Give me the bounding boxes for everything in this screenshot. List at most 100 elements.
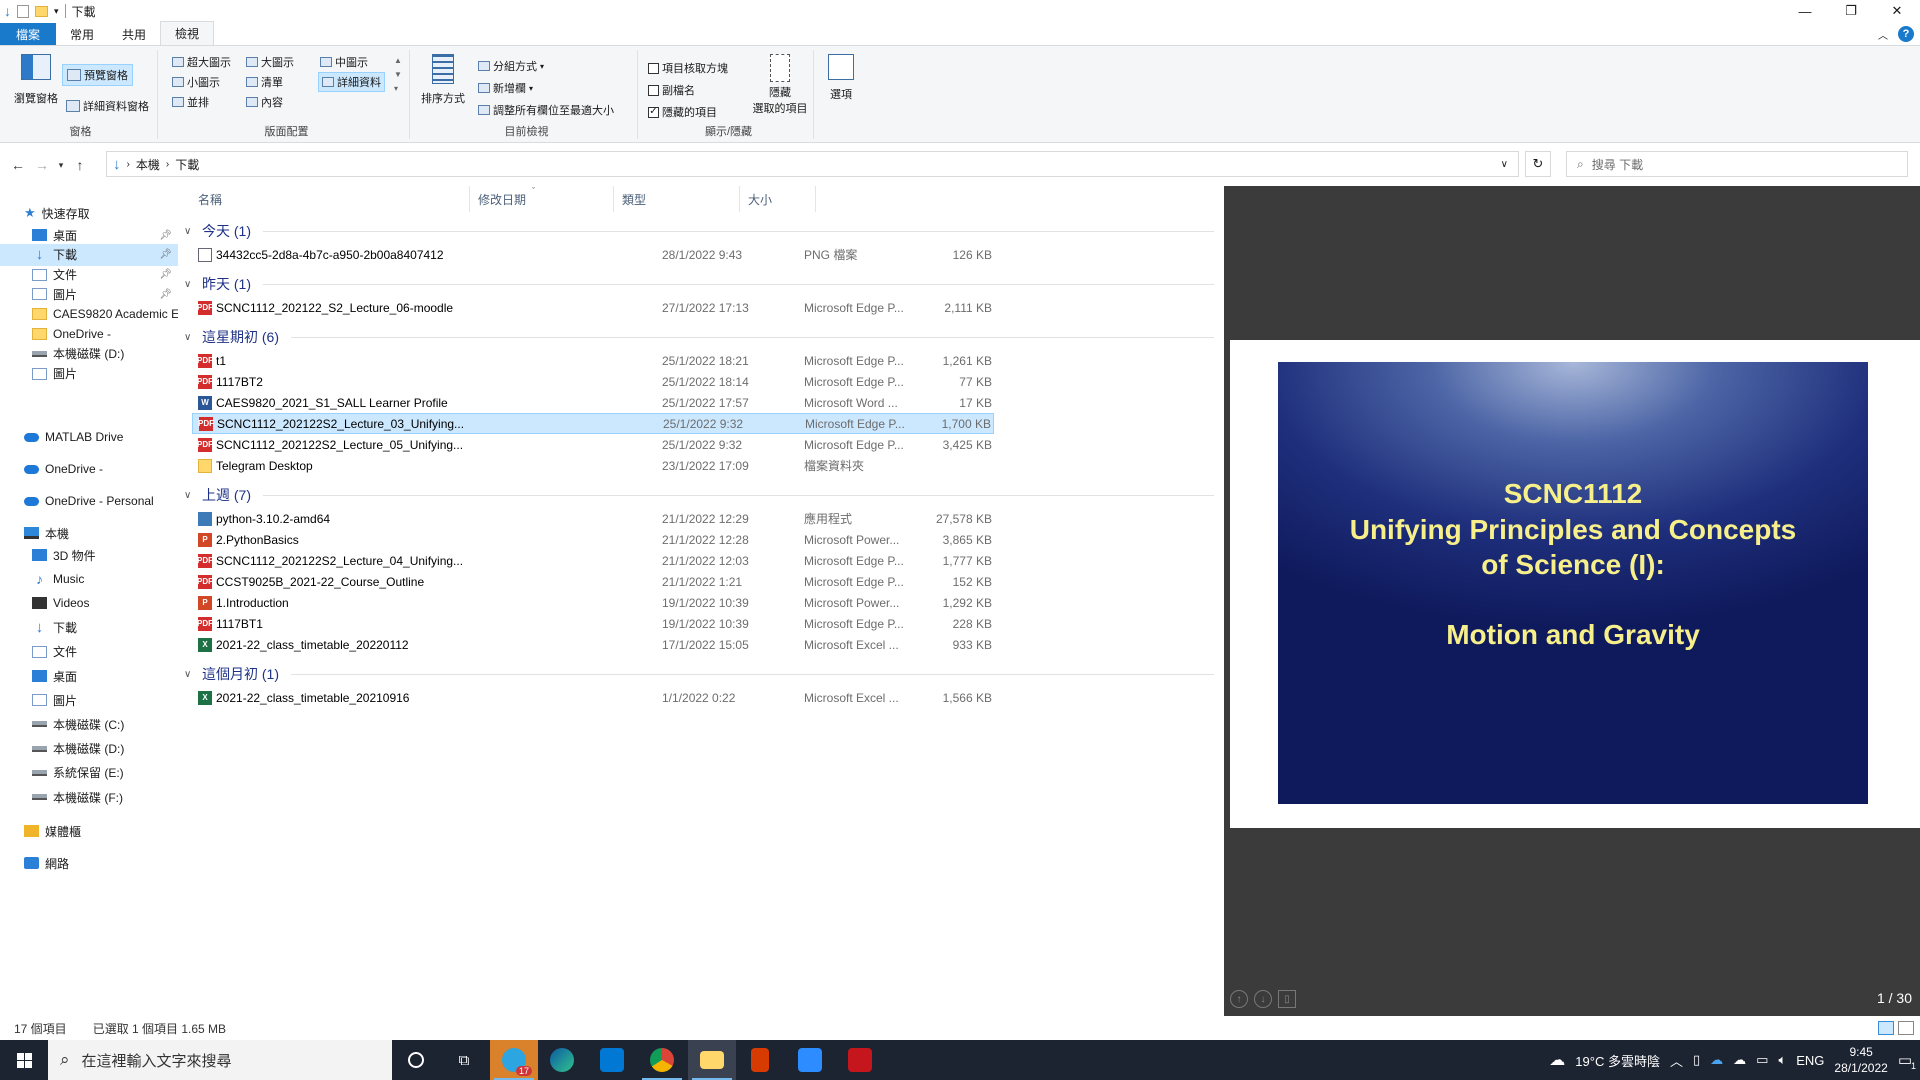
new-folder-icon[interactable]	[35, 5, 48, 17]
file-row[interactable]: 34432cc5-2d8a-4b7c-a950-2b00a8407412 28/1…	[192, 244, 994, 265]
taskbar-app-office[interactable]	[736, 1040, 784, 1080]
nav-pane-button[interactable]: 瀏覽窗格	[8, 54, 64, 106]
taskbar-app-zoom[interactable]	[786, 1040, 834, 1080]
group-header[interactable]: ∨ 今天 (1)	[184, 220, 1214, 242]
onedrive-icon[interactable]: ☁	[1710, 1052, 1723, 1068]
file-row[interactable]: W CAES9820_2021_S1_SALL Learner Profile 25…	[192, 392, 994, 413]
network-icon[interactable]: ▭	[1756, 1052, 1768, 1068]
nav-quick-access[interactable]: ★ 快速存取	[0, 202, 178, 224]
next-page-icon[interactable]: ↓	[1254, 990, 1272, 1008]
checkbox-checked[interactable]: ✓	[648, 106, 659, 118]
large-icons-toggle-icon[interactable]	[1898, 1021, 1914, 1035]
group-by-button[interactable]: 分組方式 ▾	[478, 58, 544, 74]
breadcrumb-this-pc[interactable]: 本機	[136, 156, 160, 173]
close-button[interactable]: ✕	[1874, 0, 1920, 22]
nav-item[interactable]: ♪ Music	[0, 568, 178, 590]
taskbar-app-edge[interactable]	[538, 1040, 586, 1080]
checkbox[interactable]	[648, 84, 659, 96]
device-icon[interactable]: ▯	[1693, 1052, 1700, 1068]
collapse-ribbon-icon[interactable]: ︿	[1878, 27, 1888, 42]
file-row[interactable]: PDF SCNC1112_202122S2_Lecture_04_Unifying…	[192, 550, 994, 571]
weather-icon[interactable]: ☁	[1549, 1050, 1565, 1070]
large-icons-button[interactable]: 大圖示	[246, 54, 294, 70]
nav-item[interactable]: 文件	[0, 641, 178, 663]
volume-icon[interactable]: 🔈︎	[1778, 1052, 1786, 1068]
address-dropdown-icon[interactable]: ∨	[1501, 159, 1508, 170]
file-row[interactable]: P 1.Introduction 19/1/2022 10:39 Microsoft …	[192, 592, 994, 613]
hide-selected-button[interactable]: 隱藏 選取的項目	[748, 54, 812, 116]
qat-dropdown-icon[interactable]: ▾	[54, 6, 59, 17]
group-header[interactable]: ∨ 昨天 (1)	[184, 273, 1214, 295]
taskbar-app-chrome[interactable]	[638, 1040, 686, 1080]
chevron-down-icon[interactable]: ∨	[184, 332, 196, 343]
file-row[interactable]: PDF SCNC1112_202122_S2_Lecture_06-moodle 2…	[192, 297, 994, 318]
nav-item[interactable]: Videos	[0, 592, 178, 614]
nav-item[interactable]: 桌面 📌︎	[0, 224, 178, 246]
minimize-button[interactable]: —	[1782, 0, 1828, 22]
add-columns-button[interactable]: 新增欄 ▾	[478, 80, 533, 96]
tiles-button[interactable]: 並排	[172, 94, 209, 110]
weather-text[interactable]: 19°C 多雲時陰	[1575, 1051, 1660, 1070]
file-row[interactable]: python-3.10.2-amd64 21/1/2022 12:29 應用程式 27…	[192, 508, 994, 529]
language-indicator[interactable]: ENG	[1796, 1053, 1824, 1068]
clock[interactable]: 9:45 28/1/2022	[1834, 1044, 1887, 1076]
nav-item[interactable]: 本機磁碟 (F:)	[0, 786, 178, 808]
pin-icon[interactable]: 📌︎	[159, 249, 172, 260]
nav-item[interactable]: 文件 📌︎	[0, 264, 178, 286]
nav-item[interactable]: 本機磁碟 (C:)	[0, 713, 178, 735]
checkbox[interactable]	[648, 62, 659, 74]
file-row[interactable]: X 2021-22_class_timetable_20220112 17/1/20…	[192, 634, 994, 655]
file-row[interactable]: PDF 1117BT2 25/1/2022 18:14 Microsoft Edge …	[192, 371, 994, 392]
details-view-button[interactable]: 詳細資料	[318, 72, 385, 92]
help-icon[interactable]: ?	[1898, 26, 1914, 42]
content-button[interactable]: 內容	[246, 94, 283, 110]
file-row[interactable]: PDF SCNC1112_202122S2_Lecture_05_Unifying…	[192, 434, 994, 455]
pin-icon[interactable]: 📌︎	[159, 289, 172, 300]
group-header[interactable]: ∨ 上週 (7)	[184, 484, 1214, 506]
up-button[interactable]: ↑	[68, 157, 92, 173]
tab-home[interactable]: 常用	[56, 23, 108, 45]
chevron-down-icon[interactable]: ∨	[184, 279, 196, 290]
tab-file[interactable]: 檔案	[0, 23, 57, 45]
nav-network[interactable]: 網路	[0, 852, 178, 874]
start-button[interactable]	[0, 1040, 48, 1080]
group-header[interactable]: ∨ 這個月初 (1)	[184, 663, 1214, 685]
nav-onedrive[interactable]: OneDrive -	[0, 458, 178, 480]
chevron-down-icon[interactable]: ∨	[184, 669, 196, 680]
column-header-size[interactable]: 大小	[740, 186, 816, 212]
preview-pane-button[interactable]: 預覽窗格	[62, 64, 133, 86]
nav-this-pc[interactable]: 本機	[0, 522, 178, 544]
group-header[interactable]: ∨ 這星期初 (6)	[184, 326, 1214, 348]
nav-item[interactable]: OneDrive -	[0, 323, 178, 345]
column-header-type[interactable]: 類型	[614, 186, 740, 212]
list-button[interactable]: 清單	[246, 74, 283, 90]
file-row[interactable]: PDF 1117BT1 19/1/2022 10:39 Microsoft Edge …	[192, 613, 994, 634]
options-button[interactable]: 選項	[822, 54, 860, 102]
nav-item[interactable]: 圖片 📌︎	[0, 283, 178, 305]
pin-icon[interactable]: 📌︎	[159, 269, 172, 280]
pin-icon[interactable]: 📌︎	[159, 230, 172, 241]
small-icons-button[interactable]: 小圖示	[172, 74, 220, 90]
fit-page-icon[interactable]: ▯	[1278, 990, 1296, 1008]
taskbar-app-acrobat[interactable]	[836, 1040, 884, 1080]
recent-locations-button[interactable]: ▾	[54, 160, 68, 171]
taskbar-app-telegram[interactable]: 17	[490, 1040, 538, 1080]
tab-share[interactable]: 共用	[108, 23, 160, 45]
properties-icon[interactable]	[17, 4, 29, 18]
file-row[interactable]: X 2021-22_class_timetable_20210916 1/1/202…	[192, 687, 994, 708]
nav-matlab-drive[interactable]: MATLAB Drive	[0, 426, 178, 448]
file-row[interactable]: P 2.PythonBasics 21/1/2022 12:28 Microsoft …	[192, 529, 994, 550]
nav-item[interactable]: ↓ 下載	[0, 617, 178, 639]
notification-center-icon[interactable]: ▭ 1	[1898, 1051, 1916, 1071]
breadcrumb-separator-icon[interactable]: ›	[166, 159, 169, 170]
cortana-button[interactable]	[392, 1040, 440, 1080]
show-hidden-icons-icon[interactable]: ︿	[1670, 1051, 1683, 1070]
nav-item[interactable]: CAES9820 Academic E	[0, 303, 178, 325]
task-view-button[interactable]: ⧉	[440, 1040, 488, 1080]
size-columns-button[interactable]: 調整所有欄位至最適大小	[478, 102, 614, 118]
chevron-down-icon[interactable]: ∨	[184, 226, 196, 237]
tab-view[interactable]: 檢視	[160, 21, 215, 45]
nav-item[interactable]: 圖片	[0, 689, 178, 711]
column-header-name[interactable]: 名稱	[190, 186, 470, 212]
file-row[interactable]: PDF SCNC1112_202122S2_Lecture_03_Unifying…	[192, 413, 994, 434]
